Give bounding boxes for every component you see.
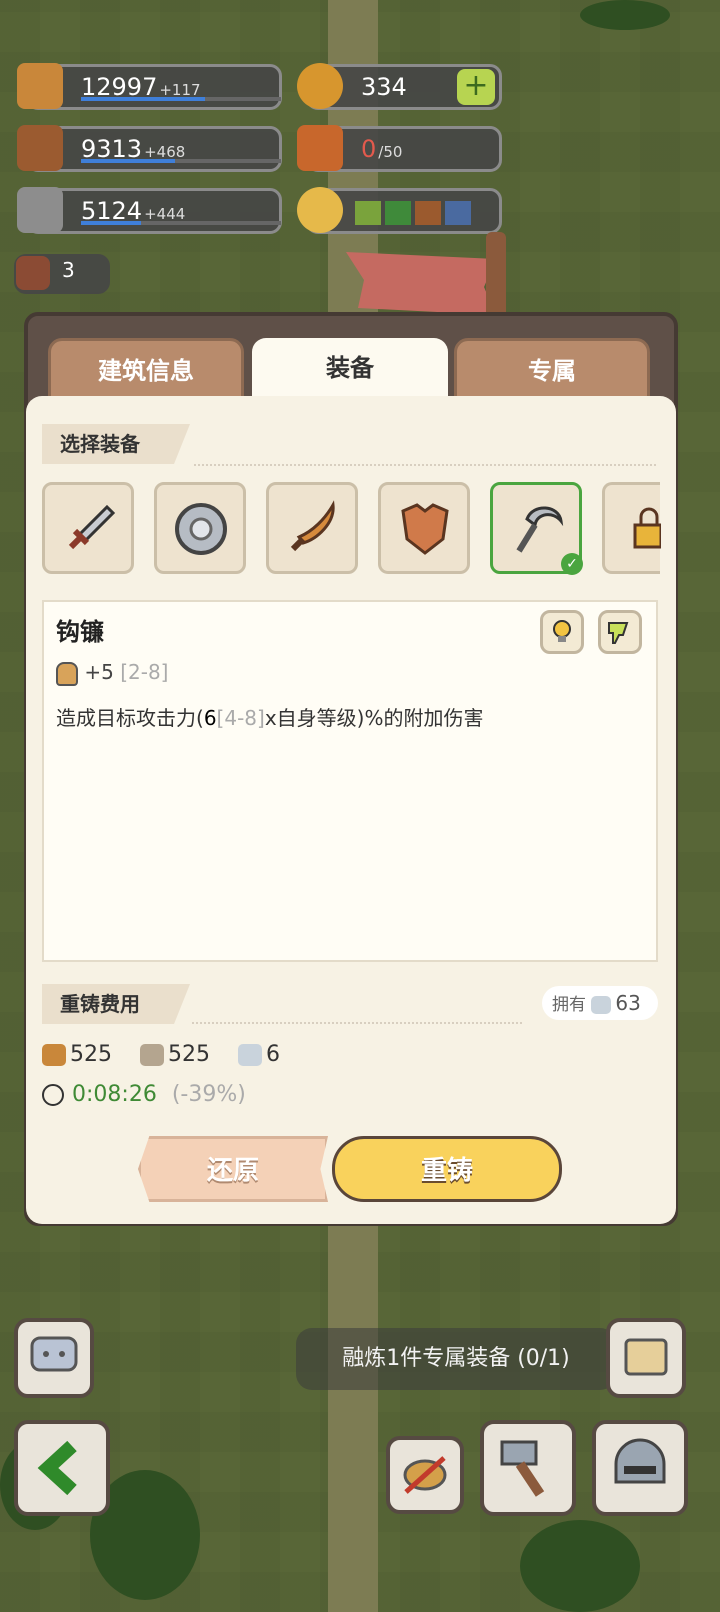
food-button[interactable] [386,1436,464,1514]
wheat-icon [17,63,63,109]
map-tree [520,1520,640,1612]
crystal-icon [591,996,612,1014]
tab-exclusive[interactable]: 专属 [454,338,650,404]
bell-stat-icon [56,661,78,686]
thumbs-down-icon [608,622,629,644]
armor-icon [401,503,449,555]
lightbulb-icon [553,620,571,642]
recast-time: 0:08:26 (-39%) [42,1082,246,1107]
equipment-slot-sickle[interactable]: ✓ [490,482,583,575]
sword-icon [68,504,116,550]
coins-bar[interactable]: 334 + [297,63,502,110]
equipment-slot-shield[interactable] [154,482,246,574]
equipment-slot-sword[interactable] [42,482,134,574]
select-equipment-title: 选择装备 [42,424,190,464]
coins-value: 334 [361,73,407,101]
equipment-slot-scimitar[interactable] [266,482,358,574]
quest-toast[interactable]: 融炼1件专属装备 (0/1) [296,1328,616,1390]
chat-icon [30,1336,78,1372]
chat-button[interactable] [14,1318,94,1398]
selected-check-icon: ✓ [561,553,583,575]
resource-progress [81,97,281,101]
weather-icon [297,187,343,233]
equipment-slot-armor[interactable] [378,482,470,574]
recast-cost-title: 重铸费用 [42,984,190,1024]
resource-progress [81,159,281,163]
tab-building-info[interactable]: 建筑信息 [48,338,244,404]
owned-crystals: 拥有 63 [542,986,658,1020]
hint-button[interactable] [540,610,584,654]
stone-icon [17,187,63,233]
coin-icon [297,63,343,109]
back-button[interactable] [14,1420,110,1516]
cost-wood: 525 [42,1042,112,1067]
scroll-icon [624,1338,668,1376]
back-arrow-icon [37,1440,77,1496]
equipment-description: 造成目标攻击力(6[4-8]x自身等级)%的附加伤害 [56,706,484,730]
add-coins-button[interactable]: + [457,69,495,105]
scimitar-icon [290,500,335,552]
equipment-name: 钩镰 [56,618,104,646]
book-icon [16,256,50,290]
cost-stone: 525 [140,1042,210,1067]
hammer-icon [500,1440,545,1497]
helmet-icon [614,1438,666,1484]
stone-icon [140,1044,164,1066]
dislike-button[interactable] [598,610,642,654]
divider [192,1022,522,1024]
tab-equipment[interactable]: 装备 [252,338,448,404]
gift-icon [297,125,343,171]
crystal-icon [238,1044,262,1066]
resource-stone[interactable]: 5124 +444 [17,187,282,234]
resource-wheat[interactable]: 12997 +117 [17,63,282,110]
book-count: 3 [62,258,75,282]
weather-bar[interactable] [297,187,502,234]
resource-progress [81,221,281,225]
divider [194,464,656,466]
cost-crystal: 6 [238,1042,280,1067]
equipment-stat: +5 [2-8] [56,660,168,686]
recast-button[interactable]: 重铸 [332,1136,562,1202]
gifts-count: 0/50 [361,135,403,163]
clock-icon [42,1084,64,1106]
resource-wood[interactable]: 9313 +468 [17,125,282,172]
sickle-icon [516,506,564,553]
build-button[interactable] [480,1420,576,1516]
book-counter[interactable]: 3 [14,254,110,294]
equipment-slot-locked[interactable] [602,482,661,574]
gifts-bar[interactable]: 0/50 [297,125,502,172]
round-shield-icon [175,503,227,555]
weather-swatches [355,201,475,229]
scroll-button[interactable] [606,1318,686,1398]
wood-icon [42,1044,66,1066]
map-tree [580,0,670,30]
reset-button[interactable]: 还原 [138,1136,328,1202]
armor-button[interactable] [592,1420,688,1516]
food-disabled-icon [403,1456,447,1494]
wood-icon [17,125,63,171]
lock-icon [633,507,661,549]
